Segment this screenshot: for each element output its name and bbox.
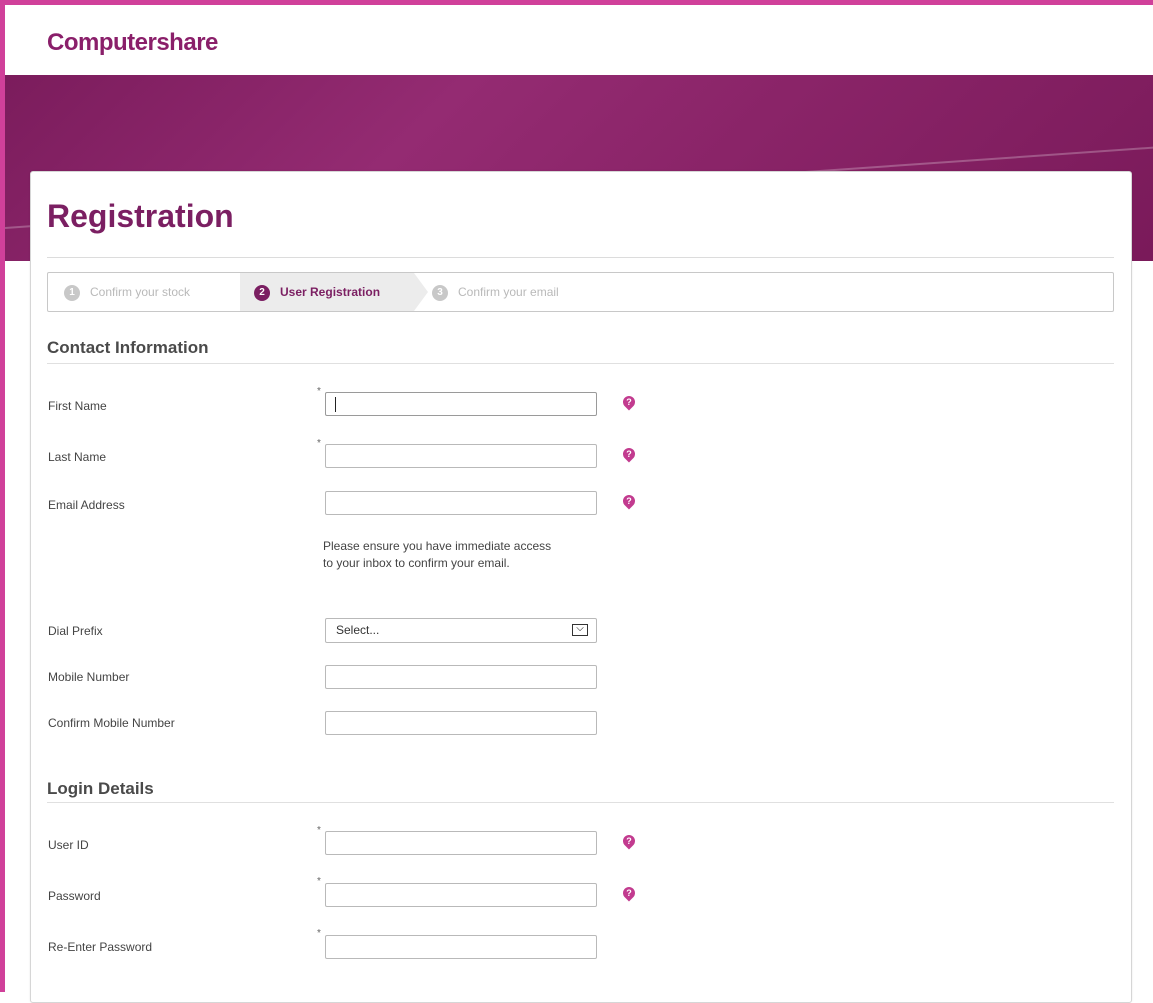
- confirm-mobile-number-input[interactable]: [325, 711, 597, 735]
- step-label: Confirm your stock: [90, 285, 191, 299]
- step-number-3: 3: [432, 284, 448, 301]
- first-name-label: First Name: [48, 399, 107, 413]
- user-id-label: User ID: [48, 838, 89, 852]
- dial-prefix-label: Dial Prefix: [48, 624, 103, 638]
- step-arrow: [414, 273, 428, 311]
- last-name-input[interactable]: [325, 444, 597, 468]
- contact-information-heading: Contact Information: [47, 338, 209, 357]
- page-frame: Computershare Registration 1 Confirm your…: [0, 0, 1153, 1003]
- chevron-down-icon: ⌵: [572, 624, 588, 636]
- registration-card: Registration 1 Confirm your stock 2 User R…: [30, 171, 1132, 1003]
- email-note: Please ensure you have immediate access …: [323, 539, 552, 570]
- user-id-input[interactable]: [325, 831, 597, 855]
- divider: [47, 257, 1114, 258]
- divider: [47, 363, 1114, 364]
- dial-prefix-value: Select...: [336, 623, 380, 637]
- step-label: User Registration: [280, 285, 381, 299]
- mobile-number-label: Mobile Number: [48, 670, 130, 684]
- last-name-label: Last Name: [48, 450, 107, 464]
- page-title: Registration: [47, 198, 234, 234]
- help-icon[interactable]: ?: [620, 884, 638, 902]
- required-marker: *: [317, 438, 321, 449]
- brand-logo[interactable]: Computershare: [47, 29, 218, 57]
- login-details-heading: Login Details: [47, 779, 154, 798]
- help-icon[interactable]: ?: [620, 445, 638, 463]
- required-marker: *: [317, 825, 321, 836]
- password-input[interactable]: [325, 883, 597, 907]
- email-address-input[interactable]: [325, 491, 597, 515]
- step-confirm-email: 3 Confirm your email: [432, 273, 632, 311]
- required-marker: *: [317, 928, 321, 939]
- email-address-label: Email Address: [48, 498, 125, 512]
- reenter-password-input[interactable]: [325, 935, 597, 959]
- step-label: Confirm your email: [458, 285, 559, 299]
- mobile-number-input[interactable]: [325, 665, 597, 689]
- required-marker: *: [317, 876, 321, 887]
- text-caret: [335, 397, 336, 412]
- header: Computershare: [5, 5, 1153, 75]
- help-icon[interactable]: ?: [620, 492, 638, 510]
- step-user-registration: 2 User Registration: [240, 273, 414, 311]
- divider: [47, 802, 1114, 803]
- step-number-2: 2: [254, 284, 270, 301]
- progress-steps: 1 Confirm your stock 2 User Registration 3…: [47, 272, 1114, 312]
- help-icon[interactable]: ?: [620, 393, 638, 411]
- first-name-input[interactable]: [325, 392, 597, 416]
- dial-prefix-select[interactable]: Select... ⌵: [325, 618, 597, 643]
- password-label: Password: [48, 889, 101, 903]
- step-confirm-stock: 1 Confirm your stock: [48, 273, 256, 311]
- help-icon[interactable]: ?: [620, 832, 638, 850]
- reenter-password-label: Re-Enter Password: [48, 940, 153, 954]
- confirm-mobile-number-label: Confirm Mobile Number: [48, 716, 175, 730]
- step-number-1: 1: [64, 284, 80, 301]
- required-marker: *: [317, 386, 321, 397]
